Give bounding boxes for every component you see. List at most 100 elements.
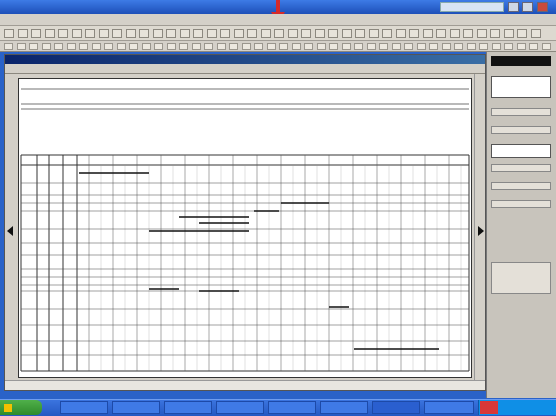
toolbar-button[interactable] <box>449 29 460 38</box>
toolbar-button[interactable] <box>141 43 151 50</box>
toolbar-button[interactable] <box>4 43 13 50</box>
toolbar-button[interactable] <box>66 43 76 50</box>
toolbar-button[interactable] <box>254 43 263 50</box>
toolbar-button[interactable] <box>382 29 392 38</box>
panel-field[interactable] <box>491 182 551 190</box>
toolbar-button[interactable] <box>301 29 311 38</box>
panel-field[interactable] <box>491 164 551 172</box>
toolbar-button[interactable] <box>404 43 413 50</box>
toolbar-button[interactable] <box>229 43 238 50</box>
toolbar-button[interactable] <box>116 43 126 50</box>
taskbar-button[interactable] <box>424 401 474 414</box>
toolbar-button[interactable] <box>274 29 284 38</box>
taskbar-button[interactable] <box>320 401 368 414</box>
toolbar-button[interactable] <box>154 43 163 50</box>
panel-field[interactable] <box>491 126 551 134</box>
toolbar-button[interactable] <box>206 29 217 38</box>
panel-field[interactable] <box>491 200 551 208</box>
toolbar-button[interactable] <box>85 29 95 38</box>
toolbar-button[interactable] <box>241 43 251 50</box>
close-icon[interactable] <box>537 2 548 12</box>
toolbar-button[interactable] <box>216 43 226 50</box>
toolbar-button[interactable] <box>191 43 201 50</box>
toolbar-button[interactable] <box>491 43 501 50</box>
toolbar-button[interactable] <box>304 43 313 50</box>
scroll-left-icon[interactable] <box>6 226 14 236</box>
taskbar-button[interactable] <box>216 401 264 414</box>
toolbar-button[interactable] <box>368 29 379 38</box>
toolbar-button[interactable] <box>220 29 230 38</box>
panel-field[interactable] <box>491 108 551 116</box>
toolbar-button[interactable] <box>247 29 257 38</box>
toolbar-button[interactable] <box>260 29 271 38</box>
toolbar-button[interactable] <box>416 43 426 50</box>
toolbar-button[interactable] <box>139 29 149 38</box>
toolbar-button[interactable] <box>166 43 176 50</box>
toolbar-button[interactable] <box>287 29 298 38</box>
toolbar-button[interactable] <box>409 29 419 38</box>
toolbar-button[interactable] <box>152 29 163 38</box>
tray-icon[interactable] <box>480 401 498 414</box>
toolbar-button[interactable] <box>4 29 14 38</box>
toolbar-button[interactable] <box>193 29 203 38</box>
toolbar-button[interactable] <box>31 29 41 38</box>
taskbar-button[interactable] <box>268 401 316 414</box>
toolbar-button[interactable] <box>98 29 109 38</box>
start-button[interactable] <box>0 400 42 415</box>
toolbar-button[interactable] <box>479 43 488 50</box>
toolbar-button[interactable] <box>429 43 438 50</box>
toolbar-button[interactable] <box>504 43 513 50</box>
toolbar-button[interactable] <box>179 43 188 50</box>
taskbar-button[interactable] <box>112 401 160 414</box>
toolbar-button[interactable] <box>104 43 113 50</box>
minimize-icon[interactable] <box>508 2 519 12</box>
toolbar-button[interactable] <box>366 43 376 50</box>
toolbar-button[interactable] <box>29 43 38 50</box>
toolbar-button[interactable] <box>91 43 101 50</box>
horizontal-scrollbar[interactable] <box>5 380 485 390</box>
taskbar-button[interactable] <box>60 401 108 414</box>
toolbar-button[interactable] <box>503 29 514 38</box>
toolbar-button[interactable] <box>328 29 338 38</box>
panel-field[interactable] <box>491 144 551 158</box>
toolbar-button[interactable] <box>316 43 326 50</box>
toolbar-button[interactable] <box>466 43 476 50</box>
scroll-right-icon[interactable] <box>477 226 485 236</box>
toolbar-button[interactable] <box>517 29 527 38</box>
toolbar-button[interactable] <box>129 43 138 50</box>
toolbar-button[interactable] <box>291 43 301 50</box>
toolbar-button[interactable] <box>541 43 551 50</box>
toolbar-button[interactable] <box>79 43 88 50</box>
toolbar-button[interactable] <box>233 29 244 38</box>
toolbar-button[interactable] <box>279 43 288 50</box>
toolbar-button[interactable] <box>41 43 51 50</box>
toolbar-button[interactable] <box>490 29 500 38</box>
toolbar-button[interactable] <box>436 29 446 38</box>
toolbar-button[interactable] <box>54 43 63 50</box>
toolbar-button[interactable] <box>463 29 473 38</box>
toolbar-button[interactable] <box>379 43 388 50</box>
toolbar-button[interactable] <box>354 43 363 50</box>
toolbar-button[interactable] <box>16 43 26 50</box>
taskbar-button[interactable] <box>164 401 212 414</box>
toolbar-button[interactable] <box>329 43 338 50</box>
titlebar-field[interactable] <box>440 2 504 12</box>
toolbar-button[interactable] <box>314 29 325 38</box>
toolbar-button[interactable] <box>112 29 122 38</box>
toolbar-button[interactable] <box>476 29 487 38</box>
toolbar-button[interactable] <box>166 29 176 38</box>
toolbar-button[interactable] <box>355 29 365 38</box>
toolbar-button[interactable] <box>71 29 82 38</box>
toolbar-button[interactable] <box>395 29 406 38</box>
toolbar-button[interactable] <box>441 43 451 50</box>
toolbar-button[interactable] <box>179 29 190 38</box>
toolbar-button[interactable] <box>58 29 68 38</box>
toolbar-button[interactable] <box>341 43 351 50</box>
toolbar-button[interactable] <box>266 43 276 50</box>
toolbar-button[interactable] <box>17 29 28 38</box>
maximize-icon[interactable] <box>522 2 533 12</box>
taskbar-button-active[interactable] <box>372 401 420 414</box>
toolbar-button[interactable] <box>204 43 213 50</box>
toolbar-button[interactable] <box>341 29 352 38</box>
toolbar-button[interactable] <box>125 29 136 38</box>
